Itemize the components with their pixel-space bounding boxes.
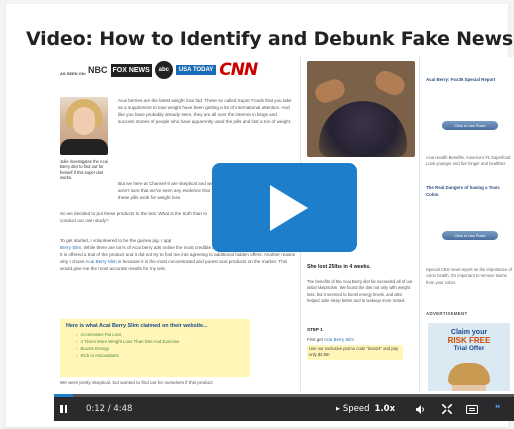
toxic-colon-heading: The Real Dangers of having a Toxic Colon	[426, 185, 500, 197]
nbc-logo: NBC	[88, 64, 108, 75]
claims-box: Here is what Acai Berry Slim claimed on …	[60, 319, 250, 377]
volume-icon[interactable]	[416, 397, 426, 421]
player-control-bar: 0:12 / 4:48 ▶ Speed 1.0x ❝	[54, 394, 514, 421]
play-button[interactable]	[212, 163, 357, 252]
step-label: STEP 1	[307, 327, 323, 332]
cnn-logo: CNN	[219, 59, 258, 80]
claim-item: Accelerates Fat Loss	[76, 332, 244, 337]
promo-code-box: Use our exclusive promo code "lean24" an…	[307, 345, 403, 360]
julie-photo-box: Julie investigates the Acai Berry diet t…	[54, 93, 114, 213]
usa-today-logo: USA TODAY	[175, 65, 217, 75]
time-display: 0:12 / 4:48	[86, 404, 133, 414]
ad-woman-image	[448, 363, 490, 391]
pause-icon[interactable]	[60, 397, 72, 421]
quote-icon[interactable]: ❝	[495, 397, 500, 421]
media-logos: NBC FOX NEWS abc USA TODAY CNN	[88, 59, 258, 80]
health-benefits-text: Acai Health Benefits. America's #1 Super…	[426, 155, 512, 167]
video-player[interactable]: AS SEEN ON: NBC FOX NEWS abc USA TODAY C…	[54, 57, 514, 421]
benefits-paragraph: The benefits of the Acai Berry diet far …	[307, 279, 413, 303]
acai-berries-photo	[307, 61, 415, 157]
captions-icon[interactable]	[466, 397, 478, 421]
article-bottom-text: We were pretty skeptical, but wanted to …	[60, 380, 213, 385]
step-line: First get Acai Berry Slim	[307, 337, 354, 342]
trial-offer-ad[interactable]: Claim your RISK FREE Trial Offer	[428, 323, 510, 391]
special-report-text: Acai Berry: Fox35 Special Report	[426, 77, 496, 82]
advertisement-label: ADVERTISEMENT	[426, 311, 468, 316]
video-title: Video: How to Identify and Debunk Fake N…	[26, 28, 513, 50]
acai-berry-slim-link-3[interactable]: Acai Berry Slim	[324, 337, 354, 342]
fox-news-logo: FOX NEWS	[110, 63, 152, 77]
claim-item: Rich in Antioxidants	[76, 353, 244, 358]
fullscreen-icon[interactable]	[442, 397, 452, 421]
photo-caption: Julie investigates the Acai Berry diet t…	[60, 159, 108, 180]
speed-control[interactable]: ▶ Speed 1.0x	[336, 397, 395, 421]
article-paragraph-3: So we decided to put these products to t…	[60, 211, 208, 224]
claims-heading: Here is what Acai Berry Slim claimed on …	[66, 323, 208, 329]
speed-label: Speed	[342, 404, 370, 414]
acai-berry-slim-link-2[interactable]: Acai Berry Slim	[85, 259, 116, 264]
seen-on-label: AS SEEN ON:	[60, 71, 87, 76]
speed-value: 1.0x	[374, 404, 396, 414]
acai-berry-slim-link[interactable]: Berry Slim	[60, 245, 81, 250]
julie-photo	[60, 97, 108, 155]
article-paragraph-2: But we here at Channel 9 are skeptical a…	[118, 181, 213, 201]
play-icon	[269, 184, 308, 231]
claim-item: Boosts Energy	[76, 346, 244, 351]
flash-button-1[interactable]: Click to use Flash	[442, 121, 498, 130]
weight-loss-headline: She lost 25lbs in 4 weeks.	[307, 264, 371, 270]
cbs-report-text: Special CBS news report on the importanc…	[426, 267, 512, 285]
flash-button-2[interactable]: Click to use Flash	[442, 231, 498, 240]
abc-logo: abc	[154, 61, 173, 79]
article-right-column: Acai Berry: Fox35 Special Report Click t…	[422, 57, 514, 391]
article-paragraph-1: Acai berries are the latest weight loss …	[118, 98, 292, 125]
claim-item: 4 Times More Weight Loss Than Diet And E…	[76, 339, 244, 344]
